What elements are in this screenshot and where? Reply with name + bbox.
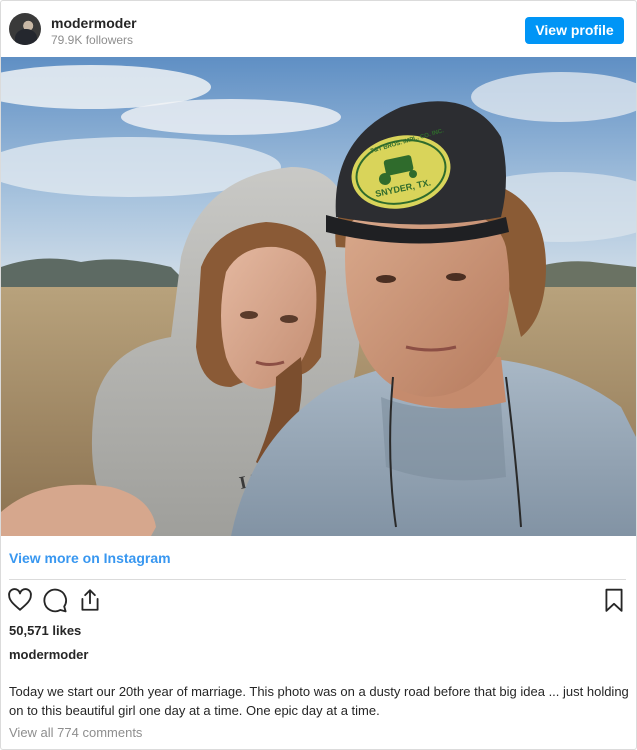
follower-count: 79.9K followers: [51, 33, 134, 47]
post-owner-username[interactable]: modermoder: [9, 647, 88, 662]
action-bar: [1, 587, 636, 617]
like-count: 50,571 likes: [9, 623, 82, 638]
view-profile-button[interactable]: View profile: [525, 17, 624, 44]
instagram-embed-card: modermoder 79.9K followers View profile: [0, 0, 637, 750]
avatar[interactable]: [9, 13, 41, 45]
divider: [9, 579, 626, 580]
comment-icon[interactable]: [42, 587, 70, 615]
view-more-on-instagram-link[interactable]: View more on Instagram: [9, 550, 171, 566]
post-header: modermoder 79.9K followers View profile: [1, 1, 636, 57]
bookmark-icon[interactable]: [601, 587, 629, 615]
view-comments-link[interactable]: View all 774 comments: [9, 725, 142, 740]
view-more-row: View more on Instagram: [1, 536, 636, 578]
username[interactable]: modermoder: [51, 15, 137, 31]
post-photo[interactable]: LUCK T&T BROS. IMPL. CO. INC. SNYD: [1, 57, 636, 536]
post-caption: Today we start our 20th year of marriage…: [9, 684, 629, 718]
heart-icon[interactable]: [7, 587, 35, 615]
share-icon[interactable]: [77, 587, 105, 615]
